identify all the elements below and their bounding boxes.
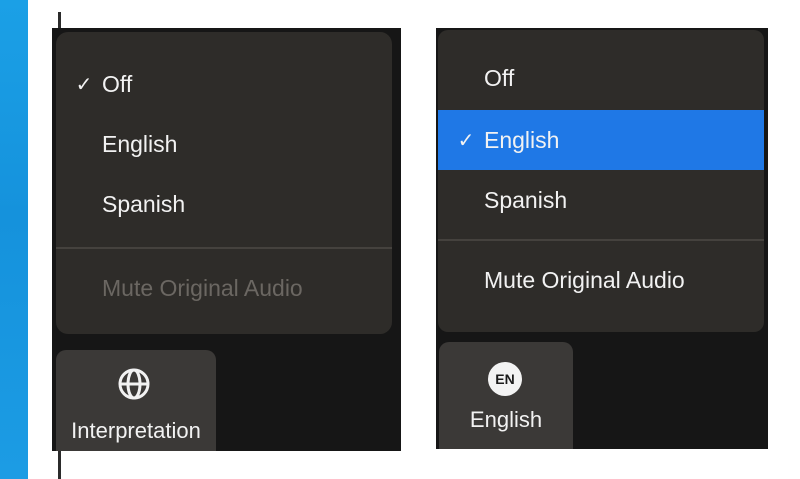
menu-divider (56, 247, 392, 249)
mute-original-audio-item: Mute Original Audio (56, 258, 392, 318)
globe-icon (118, 368, 150, 400)
menu-item-label: Spanish (484, 186, 568, 213)
menu-item-english[interactable]: ✓ English (438, 110, 764, 170)
language-badge-icon: EN (488, 362, 522, 396)
language-button[interactable]: EN English (439, 342, 573, 449)
interpretation-button[interactable]: Interpretation (56, 350, 216, 451)
button-label: English (469, 407, 543, 432)
checkmark-icon: ✓ (75, 72, 93, 96)
interpretation-panel-right: Off ✓ English Spanish Mute Original Audi… (436, 28, 768, 449)
menu-item-off[interactable]: ✓ Off (56, 54, 392, 114)
mute-original-audio-item[interactable]: Mute Original Audio (438, 250, 764, 310)
menu-item-label: Mute Original Audio (102, 274, 303, 301)
menu-item-label: Mute Original Audio (484, 266, 685, 293)
menu-item-label: Off (484, 64, 515, 91)
menu-item-off[interactable]: Off (438, 48, 764, 108)
interpretation-panel-left: ✓ Off English Spanish Mute Original Audi… (52, 28, 401, 451)
menu-item-english[interactable]: English (56, 114, 392, 174)
button-label: Interpretation (71, 418, 201, 443)
menu-item-label: English (484, 126, 560, 153)
menu-item-label: English (102, 130, 178, 157)
menu-item-label: Off (102, 70, 133, 97)
menu-divider (438, 239, 764, 241)
interpretation-menu: Off ✓ English Spanish Mute Original Audi… (438, 30, 764, 332)
interpretation-menu: ✓ Off English Spanish Mute Original Audi… (56, 32, 392, 334)
menu-item-spanish[interactable]: Spanish (56, 174, 392, 234)
menu-item-spanish[interactable]: Spanish (438, 170, 764, 230)
menu-item-label: Spanish (102, 190, 186, 217)
checkmark-icon: ✓ (457, 128, 475, 152)
